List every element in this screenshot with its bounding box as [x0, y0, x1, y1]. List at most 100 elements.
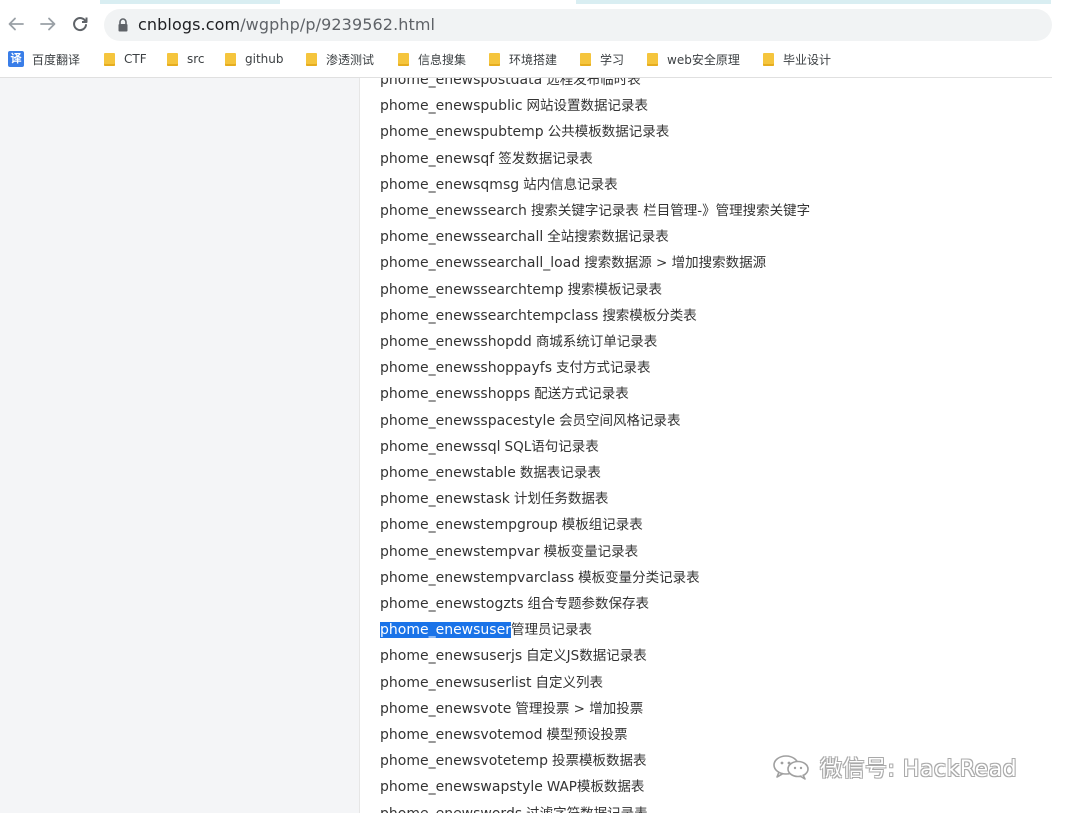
bookmark-folder-graduation[interactable]: 毕业设计	[763, 48, 831, 70]
table-name: phome_enewstempgroup	[380, 517, 558, 534]
table-name: phome_enewsspacestyle	[380, 412, 556, 429]
table-entry: phome_enewstable 数据表记录表	[380, 463, 601, 483]
table-name: phome_enewstempvar	[380, 543, 540, 560]
address-bar[interactable]: cnblogs.com/wgphp/p/9239562.html	[104, 9, 1052, 41]
article-content: phome_enewspostdata 远程发布临时表 phome_enewspub…	[360, 78, 1080, 813]
table-entry: phome_enewsvotemod 模型预设投票	[380, 725, 627, 745]
table-name: phome_enewsqf	[380, 150, 495, 167]
table-name: phome_enewssearchall	[380, 229, 544, 246]
table-entry: phome_enewstempvarclass 模板变量分类记录表	[380, 568, 700, 588]
bookmark-label: web安全原理	[667, 52, 740, 67]
table-entry: phome_enewsuser管理员记录表	[380, 620, 592, 640]
table-description: 网站设置数据记录表	[526, 98, 649, 115]
table-entry: phome_enewssql SQL语句记录表	[380, 437, 599, 457]
bookmark-label: 环境搭建	[509, 52, 558, 67]
table-entry: phome_enewstempgroup 模板组记录表	[380, 515, 643, 535]
arrow-right-icon	[40, 17, 56, 31]
table-entry: phome_enewsqf 签发数据记录表	[380, 149, 593, 169]
table-entry: phome_enewsshopps 配送方式记录表	[380, 384, 629, 404]
bookmark-label: 信息搜集	[418, 52, 467, 67]
table-entry: phome_enewsqmsg 站内信息记录表	[380, 175, 618, 195]
folder-icon	[306, 52, 317, 66]
table-description: 数据表记录表	[519, 465, 601, 481]
table-description: 搜索关键字记录表 栏目管理-》管理搜索关键字	[530, 203, 811, 219]
table-entry: phome_enewstask 计划任务数据表	[380, 489, 608, 509]
bookmark-label: 学习	[600, 52, 625, 67]
table-description: 管理员记录表	[510, 622, 592, 639]
table-description: 组合专题参数保存表	[527, 596, 650, 612]
table-entry: phome_enewssearchall 全站搜索数据记录表	[380, 227, 669, 247]
bookmark-label: 毕业设计	[783, 52, 832, 67]
table-entry: phome_enewstogzts 组合专题参数保存表	[380, 594, 649, 614]
bookmark-folder-github[interactable]: github	[225, 48, 283, 70]
table-name: phome_enewswapstyle	[380, 779, 543, 796]
folder-icon	[763, 52, 774, 66]
table-name: phome_enewsqmsg	[380, 176, 520, 193]
wechat-watermark: 微信号: HackRead	[772, 752, 1017, 782]
table-description: 过滤字符数据记录表	[526, 806, 648, 813]
table-name: phome_enewsuserjs	[380, 648, 523, 665]
table-entry: phome_enewsvotetemp 投票模板数据表	[380, 751, 647, 771]
table-entry: phome_enewswapstyle WAP模板数据表	[380, 777, 644, 797]
table-description: 搜索数据源 > 增加搜索数据源	[584, 255, 767, 272]
reload-button[interactable]	[64, 8, 96, 40]
table-name: phome_enewsshopdd	[380, 334, 532, 350]
table-name: phome_enewspostdata	[380, 78, 543, 88]
table-description: 签发数据记录表	[498, 150, 593, 167]
table-description: 会员空间风格记录表	[559, 412, 681, 429]
table-name: phome_enewsvotemod	[380, 727, 543, 743]
forward-button[interactable]	[32, 8, 64, 40]
bookmark-folder-env-setup[interactable]: 环境搭建	[489, 48, 557, 70]
table-description: 计划任务数据表	[513, 491, 609, 508]
table-name: phome_enewstogzts	[380, 596, 524, 612]
table-entry: phome_enewsspacestyle 会员空间风格记录表	[380, 411, 681, 431]
table-name: phome_enewssearch	[380, 203, 527, 219]
table-name: phome_enewsvote	[380, 700, 512, 717]
table-description: SQL语句记录表	[504, 438, 599, 455]
back-button[interactable]	[0, 8, 32, 40]
table-description: 支付方式记录表	[556, 360, 651, 377]
table-description: 配送方式记录表	[534, 386, 629, 403]
bookmark-folder-study[interactable]: 学习	[580, 48, 624, 70]
folder-icon	[167, 52, 178, 66]
table-description: 全站搜索数据记录表	[547, 229, 669, 246]
table-entry: phome_enewsuserjs 自定义JS数据记录表	[380, 646, 647, 666]
table-description: 模板组记录表	[561, 517, 643, 534]
table-name: phome_enewstempvarclass	[380, 569, 575, 586]
table-entry: phome_enewssearchall_load 搜索数据源 > 增加搜索数据源	[380, 253, 766, 273]
bookmark-folder-pentest[interactable]: 渗透测试	[306, 48, 374, 70]
table-name: phome_enewsvotetemp	[380, 753, 548, 770]
bookmark-folder-web-security[interactable]: web安全原理	[647, 48, 740, 70]
folder-icon	[398, 52, 409, 66]
table-entry: phome_enewssearchtemp 搜索模板记录表	[380, 280, 662, 300]
folder-icon	[225, 52, 236, 66]
bookmark-label: 渗透测试	[326, 52, 375, 67]
table-entry: phome_enewswords 过滤字符数据记录表	[380, 804, 648, 813]
table-description: 远程发布临时表	[546, 78, 641, 88]
table-description: 自定义列表	[535, 674, 604, 691]
bookmark-folder-src[interactable]: src	[167, 48, 205, 70]
folder-icon	[104, 52, 115, 66]
table-entry: phome_enewspubtemp 公共模板数据记录表	[380, 122, 669, 142]
bookmark-label: CTF	[124, 52, 147, 66]
table-name: phome_enewspubtemp	[380, 124, 544, 141]
table-description: 商城系统订单记录表	[535, 334, 658, 350]
folder-icon	[489, 52, 500, 66]
table-name: phome_enewssql	[380, 438, 501, 455]
folder-icon	[580, 52, 591, 66]
table-name: phome_enewstable	[380, 465, 516, 481]
bookmark-folder-ctf[interactable]: CTF	[104, 48, 147, 70]
table-description: WAP模板数据表	[546, 779, 645, 796]
table-name: phome_enewsshoppayfs	[380, 360, 553, 377]
translate-icon: 译	[8, 51, 24, 67]
table-name: phome_enewsuserlist	[380, 674, 532, 691]
table-description: 模型预设投票	[546, 727, 628, 743]
table-entry: phome_enewsuserlist 自定义列表	[380, 673, 603, 693]
lock-icon[interactable]	[116, 17, 130, 33]
bookmark-label: 百度翻译	[32, 52, 81, 67]
browser-toolbar: cnblogs.com/wgphp/p/9239562.html	[0, 4, 1080, 44]
bookmark-baidu-translate[interactable]: 译 百度翻译	[8, 48, 80, 70]
table-entry: phome_enewspublic 网站设置数据记录表	[380, 96, 648, 116]
table-name: phome_enewswords	[380, 806, 522, 813]
bookmark-folder-info-gathering[interactable]: 信息搜集	[398, 48, 466, 70]
